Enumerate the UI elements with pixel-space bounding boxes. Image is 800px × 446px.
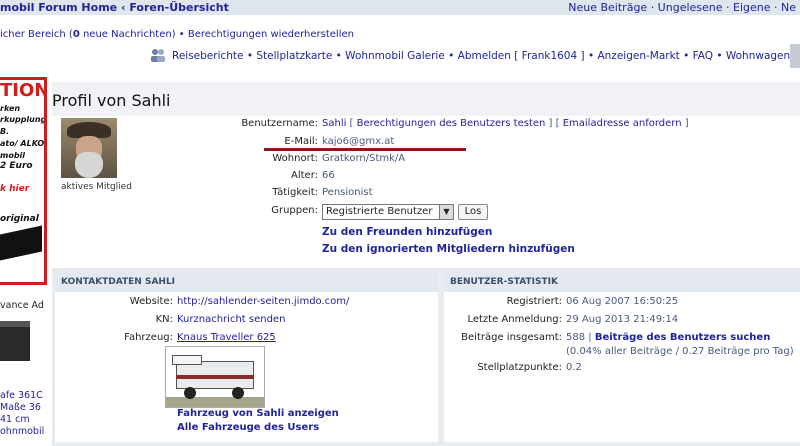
posts-percentage: (0.04% aller Beiträge / 0.27 Beiträge pr… [566, 346, 794, 357]
send-message-link[interactable]: Kurznachricht senden [177, 314, 285, 325]
breadcrumb[interactable]: mobil Forum Home ‹ Foren-Übersicht [0, 1, 229, 14]
ad-text-line[interactable]: 41 cm [0, 414, 30, 425]
username-link[interactable]: Sahli [322, 118, 346, 129]
registered-row: Registriert: 06 Aug 2007 16:50:25 [444, 296, 800, 310]
ad-line: ato/ ALKO [0, 139, 45, 148]
points-value: 0.2 [566, 362, 582, 373]
safe-product-image[interactable] [0, 321, 30, 361]
kn-label: KN: [155, 314, 173, 325]
vehicle-image[interactable] [165, 346, 265, 408]
top-navbar: mobil Forum Home ‹ Foren-Übersicht Neue … [0, 0, 800, 15]
last-login-label: Letzte Anmeldung: [467, 314, 562, 325]
product-image [0, 225, 42, 261]
age-row: Alter: 66 [52, 170, 800, 186]
registered-label: Registriert: [506, 296, 562, 307]
all-vehicles-link[interactable]: Alle Fahrzeuge des Users [177, 422, 319, 436]
website-row: Website: http://sahlender-seiten.jimdo.c… [55, 296, 438, 310]
scrollbar[interactable] [790, 44, 800, 68]
stats-header: BENUTZER-STATISTIK [444, 272, 800, 292]
profile-card: aktives Mitglied Benutzername: Sahli [ B… [52, 116, 800, 268]
ad-line: mobil [0, 151, 26, 160]
points-row: Stellplatzpunkte: 0.2 [444, 362, 800, 376]
username-row: Benutzername: Sahli [ Berechtigungen des… [52, 118, 800, 134]
vehicle-link[interactable]: Knaus Traveller 625 [177, 332, 276, 343]
website-link[interactable]: http://sahlender-seiten.jimdo.com/ [177, 296, 349, 307]
posts-pct-row: (0.04% aller Beiträge / 0.27 Beiträge pr… [444, 346, 800, 360]
page-title-bar: Profil von Sahli [52, 82, 800, 116]
private-area-bar: icher Bereich (0 neue Nachrichten) • Ber… [0, 29, 800, 40]
contact-header: KONTAKTDATEN SAHLI [55, 272, 438, 292]
request-email-link[interactable]: Emailadresse anfordern [563, 118, 682, 129]
ad-line: rkupplung [0, 115, 47, 124]
advance-ad-label: vance Ad [0, 300, 44, 311]
job-row: Tätigkeit: Pensionist [52, 187, 800, 203]
ad-cta[interactable]: k hier [0, 184, 29, 194]
go-button[interactable]: Los [458, 204, 488, 220]
vehicle-label: Fahrzeug: [124, 332, 173, 343]
job-value: Pensionist [322, 187, 373, 198]
ad-original: original [0, 214, 39, 224]
ad-headline: TION [0, 80, 47, 101]
email-label: E-Mail: [284, 136, 318, 147]
add-friend-link[interactable]: Zu den Freunden hinzufügen [322, 226, 492, 238]
username-value: Sahli [ Berechtigungen des Benutzers tes… [322, 118, 689, 129]
ad-text-line[interactable]: Maße 36 [0, 402, 41, 413]
groups-selected-value: Registrierte Benutzer [326, 206, 433, 217]
contact-panel: KONTAKTDATEN SAHLI Website: http://sahle… [55, 272, 438, 442]
ad-banner[interactable]: TION rken rkupplung B. ato/ ALKO mobil 2… [0, 77, 47, 285]
chevron-down-icon[interactable]: ▼ [439, 205, 453, 219]
ad-text-line[interactable]: ohnmobil [0, 426, 44, 437]
ad-column: TION rken rkupplung B. ato/ ALKO mobil 2… [0, 74, 52, 446]
page-title: Profil von Sahli [52, 91, 171, 110]
age-label: Alter: [291, 170, 318, 181]
new-messages-count[interactable]: 0 [73, 29, 80, 40]
search-posts-link[interactable]: Beiträge des Benutzers suchen [595, 332, 771, 343]
posts-row: Beiträge insgesamt: 588 | Beiträge des B… [444, 332, 800, 346]
vehicle-row: Fahrzeug: Knaus Traveller 625 [55, 332, 438, 346]
registered-value: 06 Aug 2007 16:50:25 [566, 296, 679, 307]
ad-line: rken [0, 104, 21, 113]
location-row: Wohnort: Gratkorn/Stmk/A [52, 153, 800, 169]
highlight-underline [264, 148, 466, 151]
last-login-value: 29 Aug 2013 21:49:14 [566, 314, 679, 325]
private-area-text[interactable]: icher Bereich ( [0, 29, 73, 40]
ad-text-line[interactable]: afe 361C [0, 390, 43, 401]
points-label: Stellplatzpunkte: [477, 362, 562, 373]
age-value: 66 [322, 170, 335, 181]
groups-select[interactable]: Registrierte Benutzer ▼ [322, 204, 454, 220]
secondary-nav: Reiseberichte • Stellplatzkarte • Wohnmo… [150, 44, 800, 68]
kn-row: KN: Kurznachricht senden [55, 314, 438, 328]
stats-panel: BENUTZER-STATISTIK Registriert: 06 Aug 2… [444, 272, 800, 442]
job-label: Tätigkeit: [272, 187, 318, 198]
new-messages-text[interactable]: neue Nachrichten) • Berechtigungen wiede… [80, 29, 354, 40]
community-icon [151, 49, 165, 62]
secondary-nav-links[interactable]: Reiseberichte • Stellplatzkarte • Wohnmo… [172, 50, 800, 62]
ad-line: 2 Euro [0, 161, 33, 171]
groups-label: Gruppen: [271, 205, 318, 216]
ad-line: B. [0, 127, 10, 136]
last-login-row: Letzte Anmeldung: 29 Aug 2013 21:49:14 [444, 314, 800, 328]
posts-label: Beiträge insgesamt: [461, 332, 562, 343]
email-value[interactable]: kajo6@gmx.at [322, 136, 394, 147]
test-permissions-link[interactable]: Berechtigungen des Benutzers testen [357, 118, 546, 129]
location-label: Wohnort: [272, 153, 318, 164]
location-value: Gratkorn/Stmk/A [322, 153, 406, 164]
add-ignored-link[interactable]: Zu den ignorierten Mitgliedern hinzufüge… [322, 243, 575, 255]
show-vehicle-link[interactable]: Fahrzeug von Sahli anzeigen [177, 408, 339, 422]
posts-count: 588 [566, 332, 586, 343]
quick-links[interactable]: Neue Beiträge · Ungelesene · Eigene · Ne [568, 1, 796, 14]
website-label: Website: [129, 296, 173, 307]
username-label: Benutzername: [241, 118, 318, 129]
